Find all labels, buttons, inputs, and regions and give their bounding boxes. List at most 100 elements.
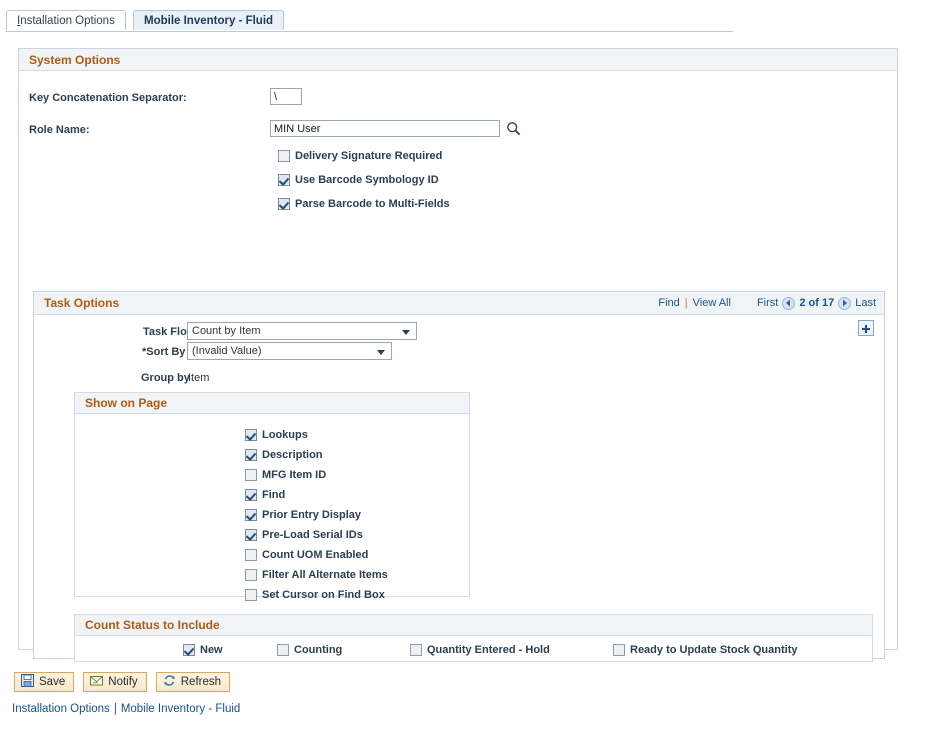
checkbox-mfg-item-id[interactable]: MFG Item ID — [245, 469, 326, 481]
footer-separator: | — [114, 703, 117, 715]
checkbox-filter-all-alternate-items[interactable]: Filter All Alternate Items — [245, 569, 388, 581]
checkbox-box-pre-load-serial-ids[interactable] — [245, 529, 257, 541]
system-options-title: System Options — [29, 53, 120, 67]
add-row-button[interactable] — [858, 320, 874, 336]
system-options-header: System Options — [19, 49, 897, 71]
find-link[interactable]: Find — [658, 292, 679, 314]
task-options-title: Task Options — [44, 292, 119, 314]
refresh-button[interactable]: Refresh — [156, 672, 230, 692]
checkbox-delivery-signature-required[interactable]: Delivery Signature Required — [278, 150, 442, 162]
tab-strip: Installation Options Mobile Inventory - … — [0, 10, 926, 32]
system-options-body: Key Concatenation Separator: Role Name: … — [19, 71, 897, 671]
tab-mobile-inventory-fluid[interactable]: Mobile Inventory - Fluid — [133, 10, 284, 30]
checkbox-description[interactable]: Description — [245, 449, 323, 461]
notify-button[interactable]: Notify — [83, 672, 146, 692]
previous-arrow-icon[interactable] — [782, 297, 795, 310]
sort-by-select[interactable]: (Invalid Value) — [187, 342, 392, 360]
checkbox-label-parse-barcode-to-multi-fields: Parse Barcode to Multi-Fields — [295, 198, 450, 210]
checkbox-lookups[interactable]: Lookups — [245, 429, 308, 441]
checkbox-box-ready-to-update-stock-quantity[interactable] — [613, 644, 625, 656]
first-link[interactable]: First — [757, 292, 778, 314]
nav-separator: | — [685, 292, 688, 314]
checkbox-box-use-barcode-symbology-id[interactable] — [278, 174, 290, 186]
checkbox-label-description: Description — [262, 449, 323, 461]
checkbox-label-quantity-entered-hold: Quantity Entered - Hold — [427, 644, 550, 656]
footer-link-installation-options[interactable]: Installation Options — [12, 703, 110, 715]
checkbox-pre-load-serial-ids[interactable]: Pre-Load Serial IDs — [245, 529, 363, 541]
checkbox-box-description[interactable] — [245, 449, 257, 461]
key-separator-input[interactable] — [270, 88, 302, 105]
role-name-input[interactable] — [270, 120, 500, 137]
sort-by-label: *Sort By — [142, 346, 185, 358]
task-flow-select[interactable]: Count by Item — [187, 322, 417, 340]
save-disk-icon — [21, 674, 34, 690]
chevron-down-icon — [402, 330, 410, 335]
checkbox-use-barcode-symbology-id[interactable]: Use Barcode Symbology ID — [278, 174, 439, 186]
save-button[interactable]: Save — [14, 672, 74, 692]
group-by-value: Item — [188, 372, 209, 384]
checkbox-box-counting[interactable] — [277, 644, 289, 656]
group-by-label: Group by — [141, 372, 190, 384]
checkbox-label-ready-to-update-stock-quantity: Ready to Update Stock Quantity — [630, 644, 797, 656]
count-status-group: Count Status to Include New Counting Qua… — [74, 614, 873, 662]
task-flow-value: Count by Item — [192, 325, 260, 337]
checkbox-counting[interactable]: Counting — [277, 644, 342, 656]
checkbox-box-delivery-signature-required[interactable] — [278, 150, 290, 162]
checkbox-set-cursor-on-find-box[interactable]: Set Cursor on Find Box — [245, 589, 385, 601]
checkbox-count-uom-enabled[interactable]: Count UOM Enabled — [245, 549, 368, 561]
checkbox-prior-entry-display[interactable]: Prior Entry Display — [245, 509, 361, 521]
checkbox-box-mfg-item-id[interactable] — [245, 469, 257, 481]
tab-installation-options-label: nstallation Options — [20, 15, 115, 27]
footer-link-mobile-inventory-fluid[interactable]: Mobile Inventory - Fluid — [121, 703, 241, 715]
bottom-toolbar: Save Notify Refresh — [14, 672, 236, 692]
checkbox-label-prior-entry-display: Prior Entry Display — [262, 509, 361, 521]
checkbox-label-new: New — [200, 644, 223, 656]
count-status-title: Count Status to Include — [85, 618, 220, 632]
checkbox-label-pre-load-serial-ids: Pre-Load Serial IDs — [262, 529, 363, 541]
checkbox-box-count-uom-enabled[interactable] — [245, 549, 257, 561]
checkbox-label-find: Find — [262, 489, 285, 501]
tab-strip-rule — [6, 31, 733, 32]
view-all-link[interactable]: View All — [693, 292, 731, 314]
row-count-label: 2 of 17 — [799, 292, 834, 314]
notify-button-label: Notify — [108, 676, 137, 688]
checkbox-box-filter-all-alternate-items[interactable] — [245, 569, 257, 581]
checkbox-box-prior-entry-display[interactable] — [245, 509, 257, 521]
tab-mobile-inventory-fluid-label: Mobile Inventory - Fluid — [144, 15, 273, 27]
checkbox-label-use-barcode-symbology-id: Use Barcode Symbology ID — [295, 174, 439, 186]
last-link[interactable]: Last — [855, 292, 876, 314]
tab-installation-options[interactable]: Installation Options — [6, 10, 126, 30]
save-button-label: Save — [39, 676, 65, 688]
show-on-page-body: Lookups Description MFG Item ID Find — [75, 414, 469, 617]
checkbox-box-lookups[interactable] — [245, 429, 257, 441]
checkbox-label-filter-all-alternate-items: Filter All Alternate Items — [262, 569, 388, 581]
chevron-down-icon-sort-by — [377, 350, 385, 355]
checkbox-parse-barcode-to-multi-fields[interactable]: Parse Barcode to Multi-Fields — [278, 198, 450, 210]
checkbox-new[interactable]: New — [183, 644, 223, 656]
checkbox-label-count-uom-enabled: Count UOM Enabled — [262, 549, 368, 561]
next-arrow-icon[interactable] — [838, 297, 851, 310]
checkbox-box-set-cursor-on-find-box[interactable] — [245, 589, 257, 601]
checkbox-box-new[interactable] — [183, 644, 195, 656]
checkbox-ready-to-update-stock-quantity[interactable]: Ready to Update Stock Quantity — [613, 644, 797, 656]
show-on-page-header: Show on Page — [75, 393, 469, 414]
checkbox-label-counting: Counting — [294, 644, 342, 656]
checkbox-quantity-entered-hold[interactable]: Quantity Entered - Hold — [410, 644, 550, 656]
footer-links: Installation Options | Mobile Inventory - … — [12, 703, 240, 715]
task-options-nav: Find | View All First 2 of 17 Last — [658, 292, 876, 314]
refresh-button-label: Refresh — [181, 676, 221, 688]
checkbox-box-find[interactable] — [245, 489, 257, 501]
checkbox-label-set-cursor-on-find-box: Set Cursor on Find Box — [262, 589, 385, 601]
checkbox-box-quantity-entered-hold[interactable] — [410, 644, 422, 656]
task-options-panel: Task Options Find | View All First 2 of … — [33, 291, 885, 659]
system-options-panel: System Options Key Concatenation Separat… — [18, 48, 898, 650]
role-name-label: Role Name: — [29, 124, 90, 136]
show-on-page-title: Show on Page — [85, 396, 167, 410]
search-icon[interactable] — [506, 121, 521, 136]
refresh-arrows-icon — [163, 674, 176, 690]
checkbox-find[interactable]: Find — [245, 489, 285, 501]
sort-by-value: (Invalid Value) — [192, 345, 262, 357]
notify-envelope-icon — [90, 674, 103, 690]
checkbox-box-parse-barcode-to-multi-fields[interactable] — [278, 198, 290, 210]
checkbox-label-lookups: Lookups — [262, 429, 308, 441]
